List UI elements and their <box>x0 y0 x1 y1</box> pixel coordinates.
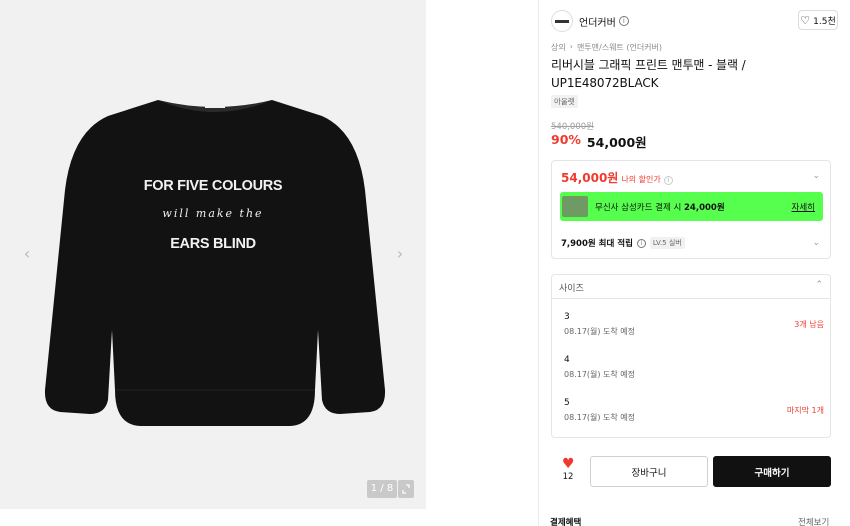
card-promo-banner[interactable]: 무신사 삼성카드 결제 시 24,000원 자세히 <box>560 192 823 221</box>
info-icon[interactable]: i <box>618 16 629 26</box>
info-icon[interactable]: i <box>663 176 673 185</box>
delivery-eta: 08.17(월) 도착 예정 <box>564 413 636 422</box>
size-selector: 사이즈 ⌃ 3 08.17(월) 도착 예정 3개 남음 4 08.17(월) … <box>551 274 831 438</box>
promo-detail-link[interactable]: 자세히 <box>792 201 815 213</box>
breadcrumb-item[interactable]: 상의 <box>551 42 566 53</box>
image-counter: 1 / 8 <box>367 480 397 498</box>
my-price-label: 나의 할인가 <box>621 175 661 184</box>
price-row: 90% 54,000원 <box>551 132 647 151</box>
points-row[interactable]: 7,900원 최대 적립 i LV.5 실버 <box>561 237 685 249</box>
size-option[interactable]: 3 08.17(월) 도착 예정 3개 남음 <box>564 312 824 346</box>
outlet-tag: 아울렛 <box>551 95 578 108</box>
buy-now-button[interactable]: 구매하기 <box>713 456 831 487</box>
points-amount: 7,900원 최대 적립 <box>561 239 633 249</box>
promo-text: 무신사 삼성카드 결제 시 24,000원 <box>595 202 725 213</box>
size-option[interactable]: 4 08.17(월) 도착 예정 <box>564 355 824 389</box>
payment-benefits-heading: 결제혜택 <box>550 518 582 526</box>
stock-status: 마지막 1개 <box>786 406 824 415</box>
wishlist-button[interactable]: ♥ 12 <box>562 456 575 482</box>
chevron-left-icon[interactable]: ‹ <box>16 243 38 265</box>
chevron-up-icon[interactable]: ⌃ <box>815 280 823 290</box>
print-line-1: FOR FIVE COLOURS <box>143 178 283 194</box>
stock-status: 3개 남음 <box>794 320 824 329</box>
size-label: 사이즈 <box>559 284 584 294</box>
delivery-eta: 08.17(월) 도착 예정 <box>564 327 636 336</box>
heart-outline-icon: ♡ <box>800 13 811 27</box>
original-price: 540,000원 <box>551 122 594 132</box>
wishlist-count: 12 <box>562 472 574 482</box>
brand-logo[interactable] <box>551 10 573 32</box>
member-level-tag: LV.5 실버 <box>649 237 685 249</box>
print-line-2: will make the <box>162 207 264 220</box>
my-price[interactable]: 54,000원 나의 할인가 i <box>561 169 673 186</box>
delivery-eta: 08.17(월) 도착 예정 <box>564 370 636 379</box>
product-info-pane: 언더커버 i ♡ 1.5천 상의 › 맨투맨/스웨트 (언더커버) 리버시블 그… <box>538 0 850 526</box>
print-line-3: EARS BLIND <box>170 236 256 252</box>
brand-name[interactable]: 언더커버 <box>579 14 616 29</box>
chevron-right-icon[interactable]: › <box>389 243 411 265</box>
info-icon[interactable]: i <box>636 238 646 248</box>
breadcrumb-item[interactable]: 맨투맨/스웨트 (언더커버) <box>577 42 662 53</box>
size-option[interactable]: 5 08.17(월) 도착 예정 마지막 1개 <box>564 398 824 432</box>
brand-row[interactable]: 언더커버 i <box>551 10 629 32</box>
product-image-gallery[interactable]: FOR FIVE COLOURS will make the EARS BLIN… <box>0 0 426 509</box>
discount-rate: 90% <box>551 132 581 147</box>
like-button[interactable]: ♡ 1.5천 <box>798 10 838 30</box>
expand-icon[interactable] <box>398 480 414 498</box>
sale-price: 54,000원 <box>586 135 647 150</box>
add-to-cart-button[interactable]: 장바구니 <box>590 456 708 487</box>
size-value: 3 <box>564 312 570 322</box>
neck-label <box>205 103 225 108</box>
size-value: 4 <box>564 355 570 365</box>
product-title: 리버시블 그래픽 프린트 맨투맨 - 블랙 / UP1E48072BLACK <box>551 58 746 90</box>
card-image <box>562 196 588 217</box>
my-price-amount: 54,000원 <box>561 171 619 185</box>
like-count-label: 1.5천 <box>813 16 836 27</box>
heart-filled-icon: ♥ <box>562 456 575 472</box>
size-value: 5 <box>564 398 570 408</box>
price-benefits-box: 54,000원 나의 할인가 i ⌄ 무신사 삼성카드 결제 시 24,000원… <box>551 160 831 259</box>
chevron-down-icon[interactable]: ⌄ <box>812 171 820 181</box>
chevron-right-icon: › <box>569 42 573 51</box>
breadcrumb: 상의 › 맨투맨/스웨트 (언더커버) <box>551 42 662 53</box>
chevron-down-icon[interactable]: ⌄ <box>812 238 820 248</box>
view-all-link[interactable]: 전체보기 <box>798 516 829 526</box>
size-dropdown-header[interactable]: 사이즈 ⌃ <box>552 275 830 299</box>
